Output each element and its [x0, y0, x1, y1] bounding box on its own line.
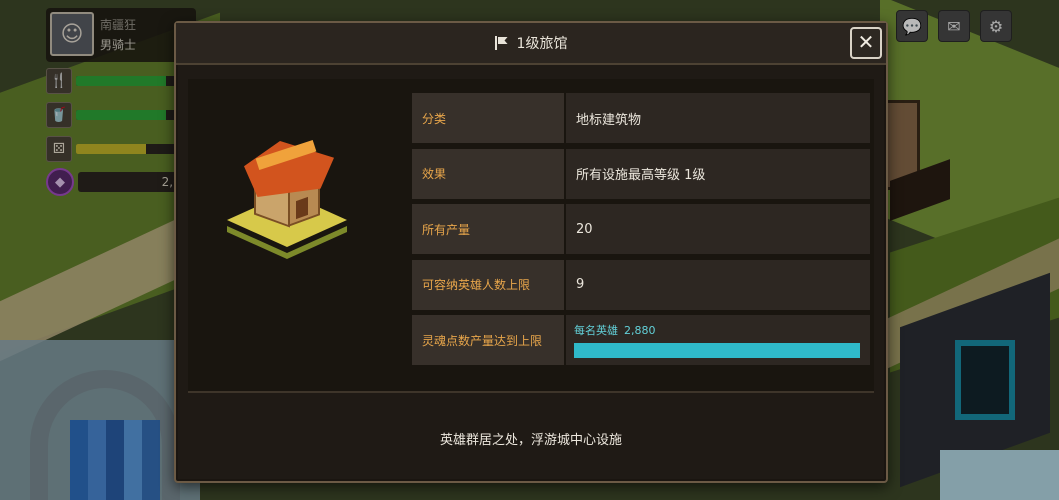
flag-icon — [494, 36, 509, 50]
info-table: 分类 地标建筑物 效果 所有设施最高等级 1级 所有产量 20 可容纳英雄人数上… — [412, 93, 870, 371]
info-row-hero-capacity: 可容纳英雄人数上限 9 — [412, 259, 870, 310]
close-button[interactable]: ✕ — [850, 27, 882, 59]
row-key: 分类 — [412, 93, 564, 143]
info-row-category: 分类 地标建筑物 — [412, 93, 870, 143]
building-info-modal: 1级旅馆 ✕ 分类 地标建筑物 效果 所有设施最高等级 1级 所有产量 20 可… — [174, 21, 888, 483]
inn-building-image — [222, 140, 352, 259]
row-key: 效果 — [412, 148, 564, 199]
building-description: 英雄群居之处，浮游城中心设施 — [439, 433, 622, 448]
modal-header: 1级旅馆 — [176, 23, 886, 65]
row-value: 每名英雄 2,880 — [566, 315, 870, 365]
row-value: 9 — [566, 259, 870, 310]
per-hero-label: 每名英雄 — [574, 324, 618, 337]
soul-output-label: 每名英雄 2,880 — [574, 322, 662, 338]
info-row-soul-cap: 灵魂点数产量达到上限 每名英雄 2,880 — [412, 315, 870, 365]
modal-title: 1级旅馆 — [516, 36, 568, 52]
row-key: 所有产量 — [412, 204, 564, 254]
info-row-effect: 效果 所有设施最高等级 1级 — [412, 148, 870, 199]
row-key: 可容纳英雄人数上限 — [412, 259, 564, 310]
row-value: 所有设施最高等级 1级 — [566, 148, 870, 199]
row-value: 20 — [566, 204, 870, 254]
row-key: 灵魂点数产量达到上限 — [412, 315, 564, 365]
divider — [188, 391, 874, 393]
info-row-output: 所有产量 20 — [412, 204, 870, 254]
per-hero-value: 2,880 — [624, 324, 656, 337]
soul-progress-bar — [574, 343, 860, 358]
row-value: 地标建筑物 — [566, 93, 870, 143]
